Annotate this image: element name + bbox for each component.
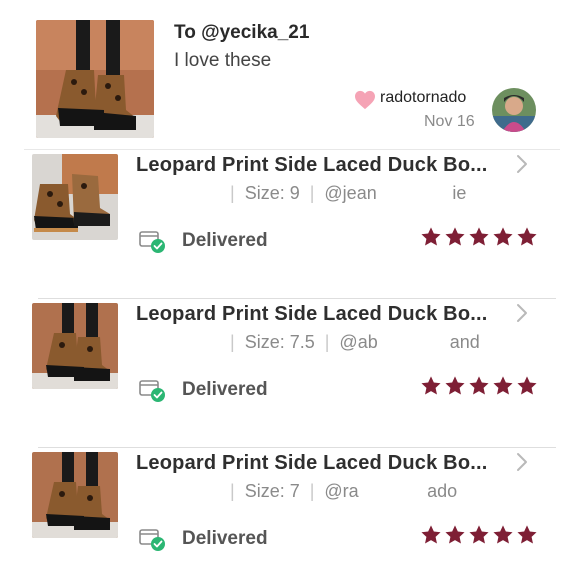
star-icon bbox=[445, 525, 465, 544]
star-icon bbox=[469, 525, 489, 544]
star-icon bbox=[493, 525, 513, 544]
comment-username[interactable]: radotornado bbox=[380, 89, 466, 107]
order-buyer[interactable]: @ra ado bbox=[324, 481, 457, 501]
order-status: Delivered bbox=[182, 230, 268, 251]
redacted-block bbox=[136, 486, 216, 504]
separator: | bbox=[309, 183, 315, 203]
star-icon bbox=[517, 525, 537, 544]
order-product-image[interactable] bbox=[32, 154, 118, 240]
package-delivered-icon bbox=[139, 231, 165, 253]
rating-stars bbox=[420, 524, 538, 546]
order-size: Size: 9 bbox=[244, 183, 300, 203]
rating-stars bbox=[420, 375, 538, 397]
comment-text: I love these bbox=[174, 50, 272, 71]
order-product-image[interactable] bbox=[32, 452, 118, 538]
order-product-image[interactable] bbox=[32, 303, 118, 389]
comment-date: Nov 16 bbox=[424, 113, 475, 130]
order-size: Size: 7.5 bbox=[244, 332, 315, 352]
heart-icon[interactable] bbox=[354, 90, 376, 110]
star-icon bbox=[445, 227, 465, 246]
chevron-right-icon[interactable] bbox=[514, 450, 530, 474]
order-title[interactable]: Leopard Print Side Laced Duck Bo... bbox=[136, 303, 488, 326]
star-icon bbox=[493, 227, 513, 246]
order-row[interactable]: Leopard Print Side Laced Duck Bo... | Size… bbox=[24, 150, 556, 299]
package-delivered-icon bbox=[139, 380, 165, 402]
separator: | bbox=[230, 183, 235, 203]
separator: | bbox=[309, 481, 315, 501]
star-icon bbox=[421, 525, 441, 544]
star-icon bbox=[469, 227, 489, 246]
chevron-right-icon[interactable] bbox=[514, 152, 530, 176]
star-icon bbox=[469, 376, 489, 395]
order-size: Size: 7 bbox=[244, 481, 300, 501]
separator: | bbox=[324, 332, 330, 352]
avatar[interactable] bbox=[492, 88, 536, 132]
order-row[interactable]: Leopard Print Side Laced Duck Bo... | Size… bbox=[24, 299, 556, 448]
redacted-block bbox=[136, 337, 216, 355]
star-icon bbox=[421, 227, 441, 246]
star-icon bbox=[445, 376, 465, 395]
order-buyer[interactable]: @ab and bbox=[339, 332, 479, 352]
order-meta: | Size: 9 | @jean ie bbox=[220, 183, 466, 204]
order-title[interactable]: Leopard Print Side Laced Duck Bo... bbox=[136, 154, 488, 177]
separator: | bbox=[230, 332, 235, 352]
rating-stars bbox=[420, 226, 538, 248]
star-icon bbox=[517, 227, 537, 246]
separator: | bbox=[230, 481, 235, 501]
star-icon bbox=[421, 376, 441, 395]
package-delivered-icon bbox=[139, 529, 165, 551]
comment-card: To @yecika_21 I love these radotornado N… bbox=[24, 0, 560, 150]
order-status: Delivered bbox=[182, 379, 268, 400]
chevron-right-icon[interactable] bbox=[514, 301, 530, 325]
comment-recipient[interactable]: To @yecika_21 bbox=[174, 22, 309, 44]
star-icon bbox=[493, 376, 513, 395]
order-buyer[interactable]: @jean ie bbox=[324, 183, 466, 203]
order-row[interactable]: Leopard Print Side Laced Duck Bo... | Size… bbox=[24, 448, 556, 580]
star-icon bbox=[517, 376, 537, 395]
redacted-block bbox=[136, 188, 216, 206]
order-title[interactable]: Leopard Print Side Laced Duck Bo... bbox=[136, 452, 488, 475]
order-meta: | Size: 7.5 | @ab and bbox=[220, 332, 480, 353]
order-status: Delivered bbox=[182, 528, 268, 549]
comment-product-image[interactable] bbox=[36, 20, 154, 138]
order-meta: | Size: 7 | @ra ado bbox=[220, 481, 457, 502]
